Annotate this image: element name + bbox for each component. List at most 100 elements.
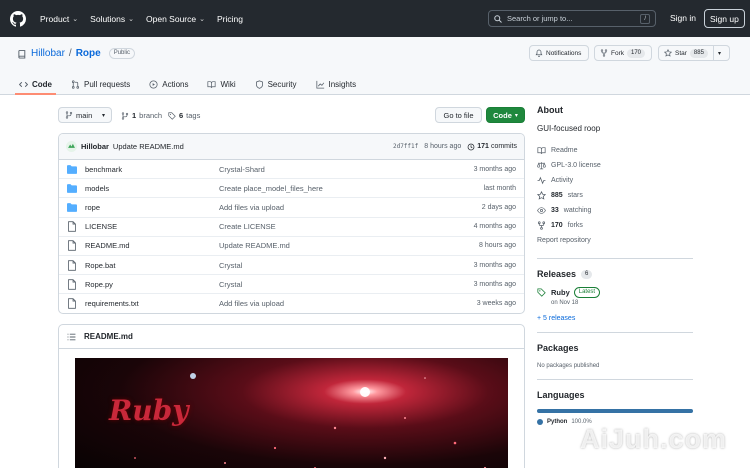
file-row[interactable]: models Create place_model_files_here las… bbox=[59, 179, 524, 199]
releases-heading-link[interactable]: Releases bbox=[537, 269, 576, 279]
more-releases-link[interactable]: + 5 releases bbox=[537, 315, 693, 322]
commits-history-link[interactable]: 171 commits bbox=[467, 143, 517, 151]
branch-label: branch bbox=[139, 111, 163, 120]
nav-product[interactable]: Product ⌄ bbox=[40, 14, 78, 24]
license-link[interactable]: GPL-3.0 license bbox=[537, 158, 693, 173]
star-button-body[interactable]: Star 885 bbox=[658, 45, 714, 61]
branch-select-button[interactable]: main ▾ bbox=[58, 107, 112, 123]
branch-icon bbox=[65, 111, 73, 119]
avatar[interactable] bbox=[66, 141, 77, 152]
list-icon[interactable] bbox=[67, 333, 76, 341]
file-commit-message[interactable]: Crystal bbox=[219, 261, 242, 270]
latest-release[interactable]: Ruby Latest on Nov 18 bbox=[537, 287, 693, 306]
file-commit-message[interactable]: Update README.md bbox=[219, 241, 290, 250]
report-repository-link[interactable]: Report repository bbox=[537, 233, 693, 248]
about-list: Readme GPL-3.0 license Activity 885 star… bbox=[537, 143, 693, 248]
file-name-link[interactable]: Rope.bat bbox=[85, 261, 219, 270]
divider bbox=[537, 332, 693, 333]
repo-description: GUI-focused roop bbox=[537, 124, 601, 133]
tab-wiki[interactable]: Wiki bbox=[205, 74, 237, 94]
tab-pull-requests[interactable]: Pull requests bbox=[69, 74, 132, 94]
fork-button[interactable]: Fork 170 bbox=[594, 45, 652, 61]
notifications-button[interactable]: Notifications bbox=[529, 45, 589, 61]
chevron-down-icon: ⌄ bbox=[199, 15, 205, 23]
tab-insights[interactable]: Insights bbox=[314, 74, 359, 94]
readme-title: README.md bbox=[84, 332, 133, 341]
tag-label: tags bbox=[186, 111, 201, 120]
watchers-link[interactable]: 33 watching bbox=[537, 203, 693, 218]
file-name-link[interactable]: rope bbox=[85, 203, 219, 212]
go-to-file-button[interactable]: Go to file bbox=[435, 107, 482, 123]
notifications-label: Notifications bbox=[546, 49, 582, 57]
tab-code[interactable]: Code bbox=[15, 74, 56, 95]
file-row[interactable]: Rope.bat Crystal 3 months ago bbox=[59, 256, 524, 276]
file-row[interactable]: rope Add files via upload 2 days ago bbox=[59, 198, 524, 218]
code-button[interactable]: Code ▾ bbox=[486, 107, 525, 123]
file-row[interactable]: README.md Update README.md 8 hours ago bbox=[59, 237, 524, 256]
chevron-down-icon: ▾ bbox=[101, 112, 105, 119]
tag-icon bbox=[168, 111, 176, 120]
tab-label: Code bbox=[32, 79, 52, 89]
file-row[interactable]: Rope.py Crystal 3 months ago bbox=[59, 275, 524, 295]
commit-sha-link[interactable]: 2d7ff1f bbox=[393, 143, 418, 150]
github-logo-icon[interactable] bbox=[10, 10, 26, 27]
code-button-label: Code bbox=[493, 110, 512, 120]
history-icon bbox=[467, 143, 475, 150]
file-age: 2 days ago bbox=[481, 203, 516, 211]
nav-label: Solutions bbox=[90, 13, 126, 24]
tab-security[interactable]: Security bbox=[253, 74, 299, 94]
forks-label: forks bbox=[567, 222, 583, 229]
readme-panel: README.md Ruby bbox=[58, 324, 525, 468]
readme-label: Readme bbox=[551, 147, 578, 154]
tags-link[interactable]: 6 tags bbox=[168, 111, 200, 120]
repo-owner-link[interactable]: Hillobar bbox=[31, 48, 65, 59]
sign-up-button[interactable]: Sign up bbox=[704, 9, 745, 28]
repo-icon bbox=[18, 49, 26, 59]
tag-count: 6 bbox=[179, 111, 184, 120]
star-dropdown-button[interactable]: ▾ bbox=[714, 45, 730, 61]
star-button[interactable]: Star 885 ▾ bbox=[658, 45, 730, 61]
file-commit-message[interactable]: Crystal-Shard bbox=[219, 165, 265, 174]
forks-link[interactable]: 170 forks bbox=[537, 218, 693, 233]
file-name-link[interactable]: benchmark bbox=[85, 165, 219, 174]
notifications-button-body[interactable]: Notifications bbox=[529, 45, 589, 61]
file-name-link[interactable]: Rope.py bbox=[85, 280, 219, 289]
readme-link[interactable]: Readme bbox=[537, 143, 693, 158]
commit-author-link[interactable]: Hillobar bbox=[81, 142, 109, 151]
stars-count: 885 bbox=[551, 192, 563, 199]
file-row[interactable]: requirements.txt Add files via upload 3 … bbox=[59, 294, 524, 313]
file-commit-message[interactable]: Add files via upload bbox=[219, 203, 284, 212]
nav-pricing[interactable]: Pricing bbox=[217, 14, 243, 24]
file-commit-message[interactable]: Create place_model_files_here bbox=[219, 184, 323, 193]
star-label: Star bbox=[675, 49, 687, 57]
nav-label: Product bbox=[40, 13, 70, 24]
packages-heading-link[interactable]: Packages bbox=[537, 343, 693, 353]
file-name-link[interactable]: README.md bbox=[85, 241, 219, 250]
commit-time: 8 hours ago bbox=[424, 143, 462, 150]
file-row[interactable]: LICENSE Create LICENSE 4 months ago bbox=[59, 218, 524, 237]
search-input[interactable]: Search or jump to... / bbox=[488, 10, 656, 27]
file-age: 3 months ago bbox=[473, 261, 516, 269]
file-name-link[interactable]: models bbox=[85, 184, 219, 193]
nav-solutions[interactable]: Solutions ⌄ bbox=[90, 14, 134, 24]
tab-actions[interactable]: Actions bbox=[147, 74, 190, 94]
file-commit-message[interactable]: Add files via upload bbox=[219, 299, 284, 308]
activity-label: Activity bbox=[551, 177, 574, 184]
commit-message-link[interactable]: Update README.md bbox=[113, 142, 184, 151]
stars-link[interactable]: 885 stars bbox=[537, 188, 693, 203]
commit-meta: 2d7ff1f 8 hours ago 171 commits bbox=[393, 143, 517, 151]
file-commit-message[interactable]: Crystal bbox=[219, 280, 242, 289]
sign-in-link[interactable]: Sign in bbox=[670, 13, 696, 23]
activity-link[interactable]: Activity bbox=[537, 173, 693, 188]
file-age: 8 hours ago bbox=[479, 242, 516, 250]
pulse-icon bbox=[537, 176, 546, 185]
nav-open-source[interactable]: Open Source ⌄ bbox=[146, 14, 205, 24]
file-row[interactable]: benchmark Crystal-Shard 3 months ago bbox=[59, 160, 524, 180]
fork-button-body[interactable]: Fork 170 bbox=[594, 45, 652, 61]
repo-name-link[interactable]: Rope bbox=[76, 48, 101, 59]
tab-label: Pull requests bbox=[84, 79, 131, 89]
file-name-link[interactable]: LICENSE bbox=[85, 222, 219, 231]
file-commit-message[interactable]: Create LICENSE bbox=[219, 222, 276, 231]
file-name-link[interactable]: requirements.txt bbox=[85, 299, 219, 308]
branches-link[interactable]: 1 branch bbox=[121, 111, 162, 120]
